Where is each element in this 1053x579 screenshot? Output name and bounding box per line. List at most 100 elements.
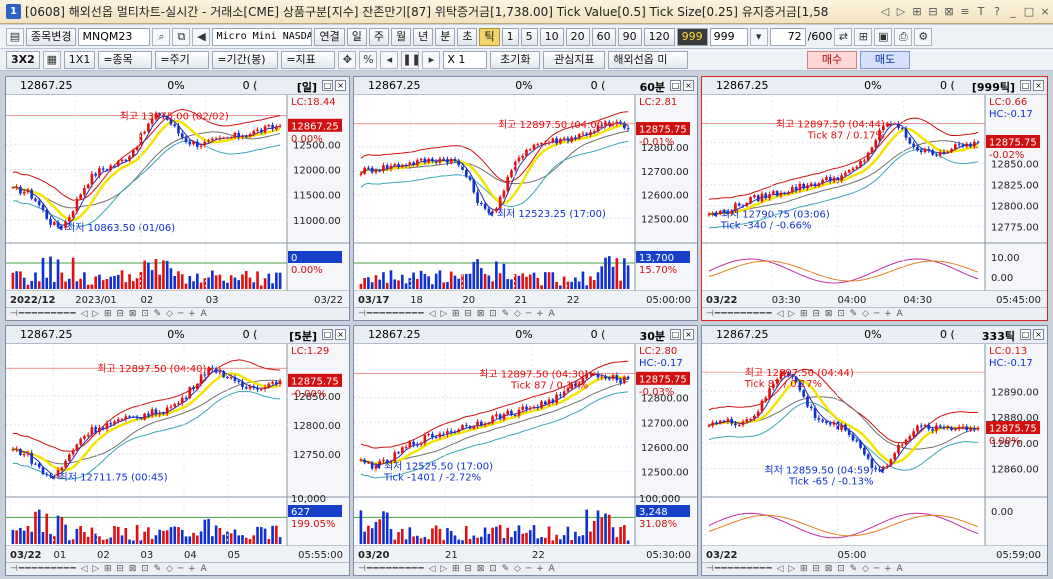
prev-icon[interactable]: ◁: [878, 5, 892, 19]
maximize-button[interactable]: □: [1022, 5, 1036, 19]
link-button[interactable]: 연결: [314, 27, 345, 46]
panel-close-icon[interactable]: ×: [683, 329, 694, 340]
period-sync-button[interactable]: =기간(봉): [212, 50, 279, 69]
chart-canvas[interactable]: 12800.0012700.0012600.0012500.00최고 12897…: [354, 344, 697, 562]
panel-scroll-controls[interactable]: ⊣━━━━━━━━━ ◁ ▷ ⊞ ⊟ ⊠ ⊡ ✎ ◇ ─ + A: [354, 562, 697, 575]
panel-maximize-icon[interactable]: □: [670, 80, 681, 91]
interval-dropdown-icon[interactable]: ▾: [749, 27, 768, 46]
panel-maximize-icon[interactable]: □: [1020, 80, 1031, 91]
item-sync-button[interactable]: =종목: [98, 50, 153, 69]
panel-scroll-controls[interactable]: ⊣━━━━━━━━━ ◁ ▷ ⊞ ⊟ ⊠ ⊡ ✎ ◇ ─ + A: [354, 307, 697, 320]
symbol-change-button[interactable]: 종목변경: [26, 27, 77, 46]
chart-panel-999tick[interactable]: 12867.250%0 ([999틱]□×12875.0012850.00128…: [701, 76, 1048, 321]
period-second-button[interactable]: 초: [457, 27, 478, 46]
close-button[interactable]: ×: [1038, 5, 1052, 19]
layout-grid-icon[interactable]: ▦: [42, 50, 61, 69]
panel-maximize-icon[interactable]: □: [322, 80, 333, 91]
chart-panel-5min[interactable]: 12867.25 0% 0 ([5분] □ × 12850.00 12800.00 12750…: [5, 325, 350, 576]
volume-bar: [222, 280, 225, 289]
speaker-icon[interactable]: ◀: [192, 27, 211, 46]
period-minute-button[interactable]: 분: [435, 27, 456, 46]
help-icon[interactable]: ?: [990, 5, 1004, 19]
candle-body: [128, 156, 131, 161]
candle-body: [711, 422, 715, 426]
interval-10-button[interactable]: 10: [539, 27, 564, 46]
panel-maximize-icon[interactable]: □: [322, 329, 333, 340]
chart-list-icon[interactable]: ▤: [6, 27, 24, 46]
interval-90-button[interactable]: 90: [617, 27, 642, 46]
chart-canvas[interactable]: 12875.0012850.0012825.0012800.0012775.00…: [702, 95, 1047, 307]
candle-body: [555, 138, 558, 144]
menu-icon[interactable]: ≡: [958, 5, 972, 19]
chart-type-icon[interactable]: ⇄: [834, 27, 853, 46]
layout-3x2-button[interactable]: 3X2: [6, 50, 40, 69]
tile-icon[interactable]: ⊞: [910, 5, 924, 19]
forward-icon[interactable]: ▸: [422, 50, 441, 69]
pause-icon[interactable]: ❚❚: [401, 50, 421, 69]
chart-panel-daily[interactable]: 12867.25 0% 0 ([일] □ × 12500.00 12000.00 11500.…: [5, 76, 350, 321]
chart-canvas[interactable]: 12890.0012880.0012870.0012860.00최고 12897…: [702, 344, 1047, 562]
chart-panel-60min[interactable]: 12867.25 0% 0 (60분 □ × 12800.00 12700.00 12600.…: [353, 76, 698, 321]
save-layout-icon[interactable]: ⊠: [942, 5, 956, 19]
layout-1x1-button[interactable]: 1X1: [63, 50, 96, 69]
panel-maximize-icon[interactable]: □: [670, 329, 681, 340]
copy-icon[interactable]: ⧉: [172, 27, 191, 46]
settings-icon[interactable]: ⚙: [914, 27, 933, 46]
chart-panel-30min[interactable]: 12867.25 0% 0 (30분 □ × 12800.00 12700.00 12600.…: [353, 325, 698, 576]
buy-button[interactable]: 매수: [807, 50, 857, 69]
panel-close-icon[interactable]: ×: [335, 329, 346, 340]
interval-input[interactable]: 999: [709, 27, 748, 46]
zoom-select[interactable]: X 1: [443, 50, 488, 69]
chart-canvas[interactable]: 12850.0012800.0012750.00최고 12897.50 (04:…: [6, 344, 349, 562]
count-input[interactable]: 72: [769, 27, 806, 46]
panel-scroll-controls[interactable]: ⊣━━━━━━━━━ ◁ ▷ ⊞ ⊟ ⊠ ⊡ ✎ ◇ ─ + A: [702, 562, 1047, 575]
interval-999-button[interactable]: 999: [676, 27, 708, 46]
panel-close-icon[interactable]: ×: [683, 80, 694, 91]
grid-icon[interactable]: ⊞: [854, 27, 873, 46]
minimize-button[interactable]: _: [1006, 5, 1020, 19]
time-tick-label: 20: [462, 295, 475, 306]
interval-1-button[interactable]: 1: [501, 27, 519, 46]
volume-bar: [90, 527, 94, 544]
sell-button[interactable]: 매도: [860, 50, 910, 69]
candle-body: [359, 459, 363, 461]
volume-bar: [105, 278, 109, 289]
rewind-icon[interactable]: ◂: [380, 50, 399, 69]
panel-scroll-controls[interactable]: ⊣━━━━━━━━━ ◁ ▷ ⊞ ⊟ ⊠ ⊡ ✎ ◇ ─ + A: [702, 307, 1047, 320]
text-icon[interactable]: T: [974, 5, 988, 19]
percent-icon[interactable]: %: [359, 50, 378, 69]
period-day-button[interactable]: 일: [346, 27, 367, 46]
indicator-sync-button[interactable]: =지표: [281, 50, 336, 69]
candle-body: [222, 137, 225, 139]
cycle-sync-button[interactable]: =주기: [155, 50, 210, 69]
period-week-button[interactable]: 주: [368, 27, 389, 46]
interval-60-button[interactable]: 60: [591, 27, 616, 46]
symbol-input[interactable]: MNQM23: [78, 27, 151, 46]
panel-scroll-controls[interactable]: ⊣━━━━━━━━━ ◁ ▷ ⊞ ⊟ ⊠ ⊡ ✎ ◇ ─ + A: [6, 562, 349, 575]
cross-icon[interactable]: ✥: [338, 50, 357, 69]
next-icon[interactable]: ▷: [894, 5, 908, 19]
interval-5-button[interactable]: 5: [520, 27, 538, 46]
chart-canvas[interactable]: 12800.0012700.0012600.0012500.00최고 12897…: [354, 95, 697, 307]
interval-120-button[interactable]: 120: [643, 27, 675, 46]
period-month-button[interactable]: 월: [390, 27, 412, 46]
panel-scroll-controls[interactable]: ⊣━━━━━━━━━ ◁ ▷ ⊞ ⊟ ⊠ ⊡ ✎ ◇ ─ + A: [6, 307, 349, 320]
panel-close-icon[interactable]: ×: [1033, 329, 1044, 340]
interest-indicator-button[interactable]: 관심지표: [543, 50, 606, 69]
panel-maximize-icon[interactable]: □: [1020, 329, 1031, 340]
interval-20-button[interactable]: 20: [565, 27, 590, 46]
panel-close-icon[interactable]: ×: [335, 80, 346, 91]
print-icon[interactable]: ⎙: [894, 27, 913, 46]
period-year-button[interactable]: 년: [413, 27, 434, 46]
chart-canvas[interactable]: 12500.0012000.0011500.0011000.00최고 13075…: [6, 95, 349, 307]
save-icon[interactable]: ▣: [874, 27, 893, 46]
reset-button[interactable]: 초기화: [490, 50, 541, 69]
overseas-select[interactable]: 해외선옵 미: [608, 50, 689, 69]
split-icon[interactable]: ⊟: [926, 5, 940, 19]
panel-close-icon[interactable]: ×: [1033, 80, 1044, 91]
period-tick-button[interactable]: 틱: [479, 27, 500, 46]
candle-body: [90, 427, 94, 435]
volume-bar: [393, 279, 397, 289]
search-icon[interactable]: ⌕: [152, 27, 171, 46]
chart-panel-333tick[interactable]: 12867.25 0% 0 (333틱 □ × 12890.00 12880.00 12870…: [701, 325, 1048, 576]
